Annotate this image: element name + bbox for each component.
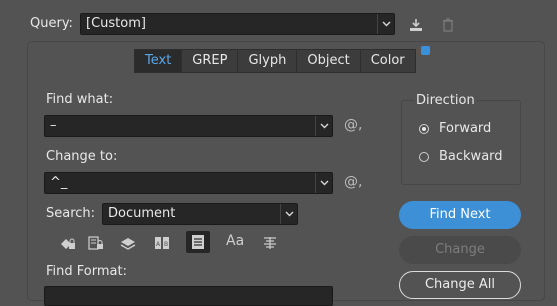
query-value: [Custom] — [86, 16, 146, 31]
search-scope-dropdown[interactable]: Document — [102, 203, 298, 225]
save-query-icon[interactable] — [408, 17, 424, 33]
direction-backward-option[interactable]: Backward — [419, 149, 519, 165]
change-all-button[interactable]: Change All — [399, 271, 521, 299]
special-characters-for-replace-icon[interactable]: @, — [344, 174, 362, 190]
svg-text:B: B — [164, 241, 168, 248]
find-format-label: Find Format: — [46, 264, 127, 279]
tab-text[interactable]: Text — [135, 50, 183, 72]
change-to-field[interactable]: ^_ — [44, 172, 333, 194]
change-to-label: Change to: — [46, 149, 118, 164]
delete-query-icon[interactable] — [440, 17, 456, 33]
tab-object[interactable]: Object — [297, 50, 361, 72]
find-what-field[interactable]: – — [44, 115, 333, 137]
case-sensitive-icon[interactable]: Aa — [226, 233, 244, 249]
forward-label: Forward — [439, 121, 492, 136]
search-scope-value: Document — [108, 206, 176, 221]
chevron-down-icon[interactable] — [280, 204, 297, 224]
tab-grep[interactable]: GREP — [182, 50, 239, 72]
change-button[interactable]: Change — [399, 236, 521, 264]
find-what-value: – — [50, 118, 57, 133]
color-tab-indicator — [421, 46, 430, 55]
special-characters-for-search-icon[interactable]: @, — [344, 117, 362, 133]
include-locked-layers-icon[interactable] — [60, 235, 76, 251]
include-footnotes-icon — [192, 235, 204, 249]
include-hidden-layers-icon[interactable] — [120, 235, 136, 251]
chevron-down-icon[interactable] — [377, 14, 394, 34]
include-master-pages-icon[interactable]: A B — [154, 235, 170, 251]
find-next-button[interactable]: Find Next — [399, 201, 521, 229]
query-dropdown[interactable]: [Custom] — [80, 13, 395, 35]
tab-glyph[interactable]: Glyph — [238, 50, 298, 72]
change-to-value: ^_ — [50, 175, 68, 190]
tab-color[interactable]: Color — [360, 50, 415, 72]
include-locked-stories-icon[interactable] — [88, 235, 104, 251]
search-label: Search: — [46, 206, 96, 221]
find-what-label: Find what: — [46, 92, 114, 107]
tab-bar: Text GREP Glyph Object Color — [134, 49, 416, 73]
direction-group — [401, 100, 521, 185]
find-format-box[interactable] — [44, 286, 333, 306]
query-label: Query: — [30, 16, 73, 31]
direction-title: Direction — [414, 93, 477, 108]
include-footnotes-toggle[interactable] — [186, 231, 210, 253]
backward-radio[interactable] — [419, 152, 429, 162]
backward-label: Backward — [439, 149, 503, 164]
whole-word-icon[interactable] — [262, 235, 278, 251]
direction-forward-option[interactable]: Forward — [419, 121, 519, 137]
chevron-down-icon[interactable] — [315, 173, 332, 193]
forward-radio[interactable] — [419, 124, 429, 134]
chevron-down-icon[interactable] — [315, 116, 332, 136]
